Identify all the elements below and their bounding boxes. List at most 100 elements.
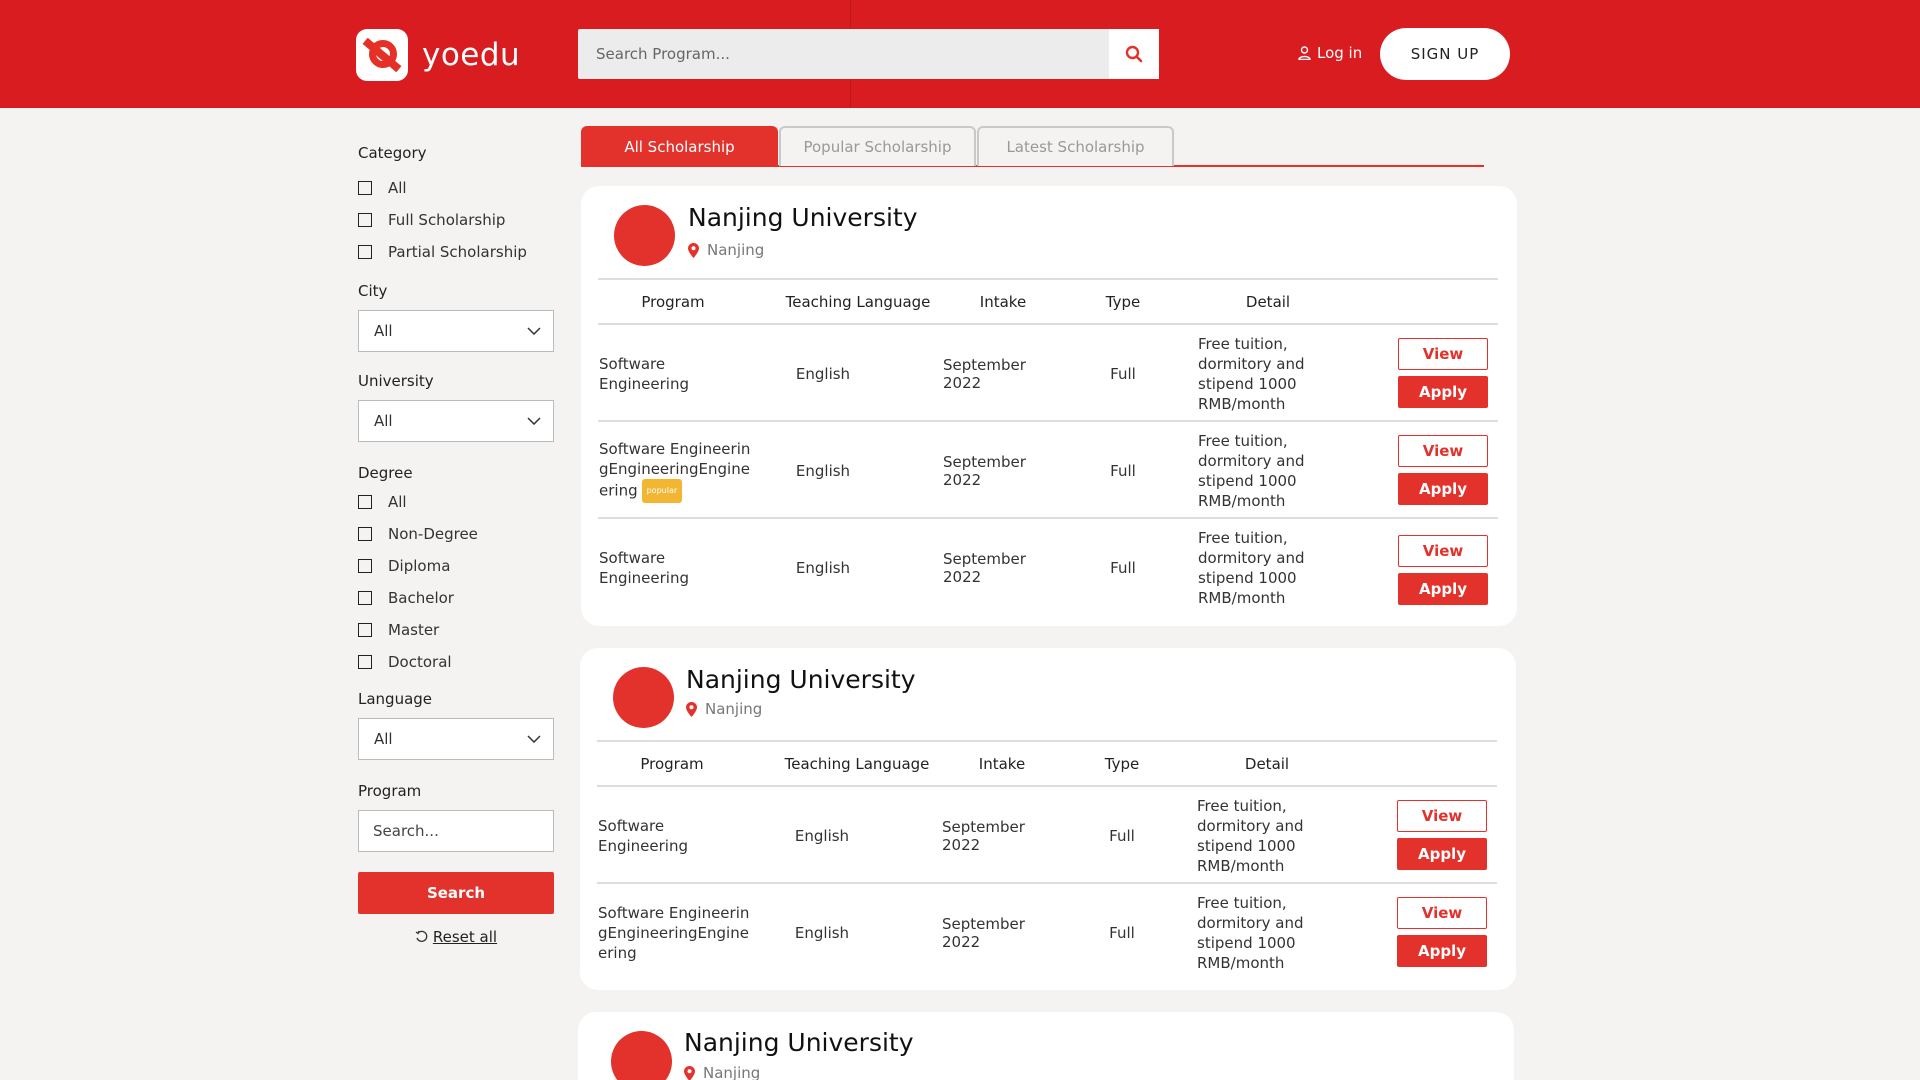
tab-latest-scholarship[interactable]: Latest Scholarship [977, 126, 1174, 166]
language-cell: English [794, 923, 850, 942]
reset-icon [415, 930, 428, 942]
language-cell: English [794, 826, 850, 845]
city-value: All [374, 322, 393, 340]
intake-cell: September 2022 [943, 452, 1026, 489]
university-select[interactable]: All [358, 400, 554, 442]
scholarship-tabs: All Scholarship Popular Scholarship Late… [581, 126, 1484, 167]
signup-button[interactable]: SIGN UP [1380, 28, 1510, 80]
program-filter-input[interactable] [358, 810, 554, 852]
checkbox-label: All [388, 493, 407, 511]
intake-cell: September 2022 [943, 355, 1026, 392]
category-list: All Full Scholarship Partial Scholarship [358, 172, 554, 268]
university-value: All [374, 412, 393, 430]
brand-logo[interactable]: yoedu [356, 29, 520, 81]
program-search-input[interactable] [578, 29, 1109, 79]
program-cell: Software Engineering [599, 548, 689, 587]
language-cell: English [795, 558, 851, 577]
checkbox-label: Diploma [388, 557, 451, 575]
checkbox-icon [358, 213, 372, 227]
col-teaching-language: Teaching Language [785, 293, 931, 311]
category-title: Category [358, 144, 427, 162]
university-logo [613, 667, 674, 728]
language-cell: English [795, 364, 851, 383]
search-button[interactable] [1109, 29, 1159, 79]
location-label: Nanjing [703, 1064, 761, 1080]
table-row: Software Engineering English September 2… [598, 519, 1498, 616]
apply-button[interactable]: Apply [1398, 473, 1488, 505]
reset-all-link[interactable]: Reset all [358, 928, 554, 946]
checkbox-icon [358, 591, 372, 605]
view-button[interactable]: View [1397, 800, 1487, 832]
university-name[interactable]: Nanjing University [688, 203, 918, 232]
degree-non-degree-checkbox[interactable]: Non-Degree [358, 518, 554, 550]
view-button[interactable]: View [1397, 897, 1487, 929]
apply-button[interactable]: Apply [1398, 573, 1488, 605]
type-cell: Full [1110, 364, 1136, 383]
checkbox-icon [358, 245, 372, 259]
detail-cell: Free tuition, dormitory and stipend 1000… [1198, 528, 1305, 607]
university-card: Nanjing University Nanjing Program Teach… [581, 186, 1517, 626]
degree-list: All Non-Degree Diploma Bachelor Master D… [358, 486, 554, 678]
col-program: Program [641, 293, 705, 311]
apply-button[interactable]: Apply [1398, 376, 1488, 408]
location-pin-icon [688, 242, 699, 258]
program-cell: Software EngineeringEngineeringEngineeri… [598, 884, 758, 981]
logo-icon [356, 29, 408, 81]
university-card: Nanjing University Nanjing Program Teach… [580, 648, 1516, 990]
degree-all-checkbox[interactable]: All [358, 486, 554, 518]
type-cell: Full [1110, 461, 1136, 480]
login-link[interactable]: Log in [1298, 44, 1362, 62]
checkbox-icon [358, 181, 372, 195]
program-title: Program [358, 782, 422, 800]
type-cell: Full [1109, 923, 1135, 942]
university-logo [614, 205, 675, 266]
degree-title: Degree [358, 464, 413, 482]
view-button[interactable]: View [1398, 338, 1488, 370]
view-button[interactable]: View [1398, 535, 1488, 567]
col-teaching-language: Teaching Language [784, 755, 930, 773]
brand-name: yoedu [422, 37, 521, 73]
checkbox-icon [358, 655, 372, 669]
checkbox-label: Non-Degree [388, 525, 478, 543]
location-label: Nanjing [705, 700, 763, 718]
degree-diploma-checkbox[interactable]: Diploma [358, 550, 554, 582]
tab-popular-scholarship[interactable]: Popular Scholarship [779, 126, 976, 166]
program-cell: Software Engineering [598, 816, 688, 855]
apply-button[interactable]: Apply [1397, 838, 1487, 870]
category-partial-checkbox[interactable]: Partial Scholarship [358, 236, 554, 268]
view-button[interactable]: View [1398, 435, 1488, 467]
filter-search-button[interactable]: Search [358, 872, 554, 914]
university-name[interactable]: Nanjing University [684, 1028, 914, 1057]
col-detail: Detail [1244, 755, 1290, 773]
degree-master-checkbox[interactable]: Master [358, 614, 554, 646]
filter-sidebar: Category All Full Scholarship Partial Sc… [358, 140, 554, 946]
tab-all-scholarship[interactable]: All Scholarship [581, 126, 778, 166]
col-intake: Intake [979, 293, 1027, 311]
col-intake: Intake [978, 755, 1026, 773]
city-select[interactable]: All [358, 310, 554, 352]
chevron-down-icon [527, 417, 541, 425]
login-label: Log in [1317, 44, 1363, 62]
checkbox-label: Doctoral [388, 653, 452, 671]
program-cell: Software EngineeringEngineeringEngineeri… [599, 422, 759, 519]
checkbox-label: Partial Scholarship [388, 243, 527, 261]
university-name[interactable]: Nanjing University [686, 665, 916, 694]
intake-cell: September 2022 [943, 549, 1026, 586]
degree-bachelor-checkbox[interactable]: Bachelor [358, 582, 554, 614]
category-full-checkbox[interactable]: Full Scholarship [358, 204, 554, 236]
popular-badge: popular [641, 478, 683, 503]
detail-cell: Free tuition, dormitory and stipend 1000… [1198, 431, 1305, 510]
degree-doctoral-checkbox[interactable]: Doctoral [358, 646, 554, 678]
type-cell: Full [1110, 558, 1136, 577]
location-pin-icon [686, 701, 697, 717]
language-value: All [374, 730, 393, 748]
university-location: Nanjing [684, 1064, 760, 1080]
language-select[interactable]: All [358, 718, 554, 760]
checkbox-label: Bachelor [388, 589, 454, 607]
table-header: Program Teaching Language Intake Type De… [597, 740, 1497, 787]
search-icon [1125, 45, 1143, 63]
apply-button[interactable]: Apply [1397, 935, 1487, 967]
detail-cell: Free tuition, dormitory and stipend 1000… [1197, 796, 1304, 875]
city-title: City [358, 282, 388, 300]
category-all-checkbox[interactable]: All [358, 172, 554, 204]
